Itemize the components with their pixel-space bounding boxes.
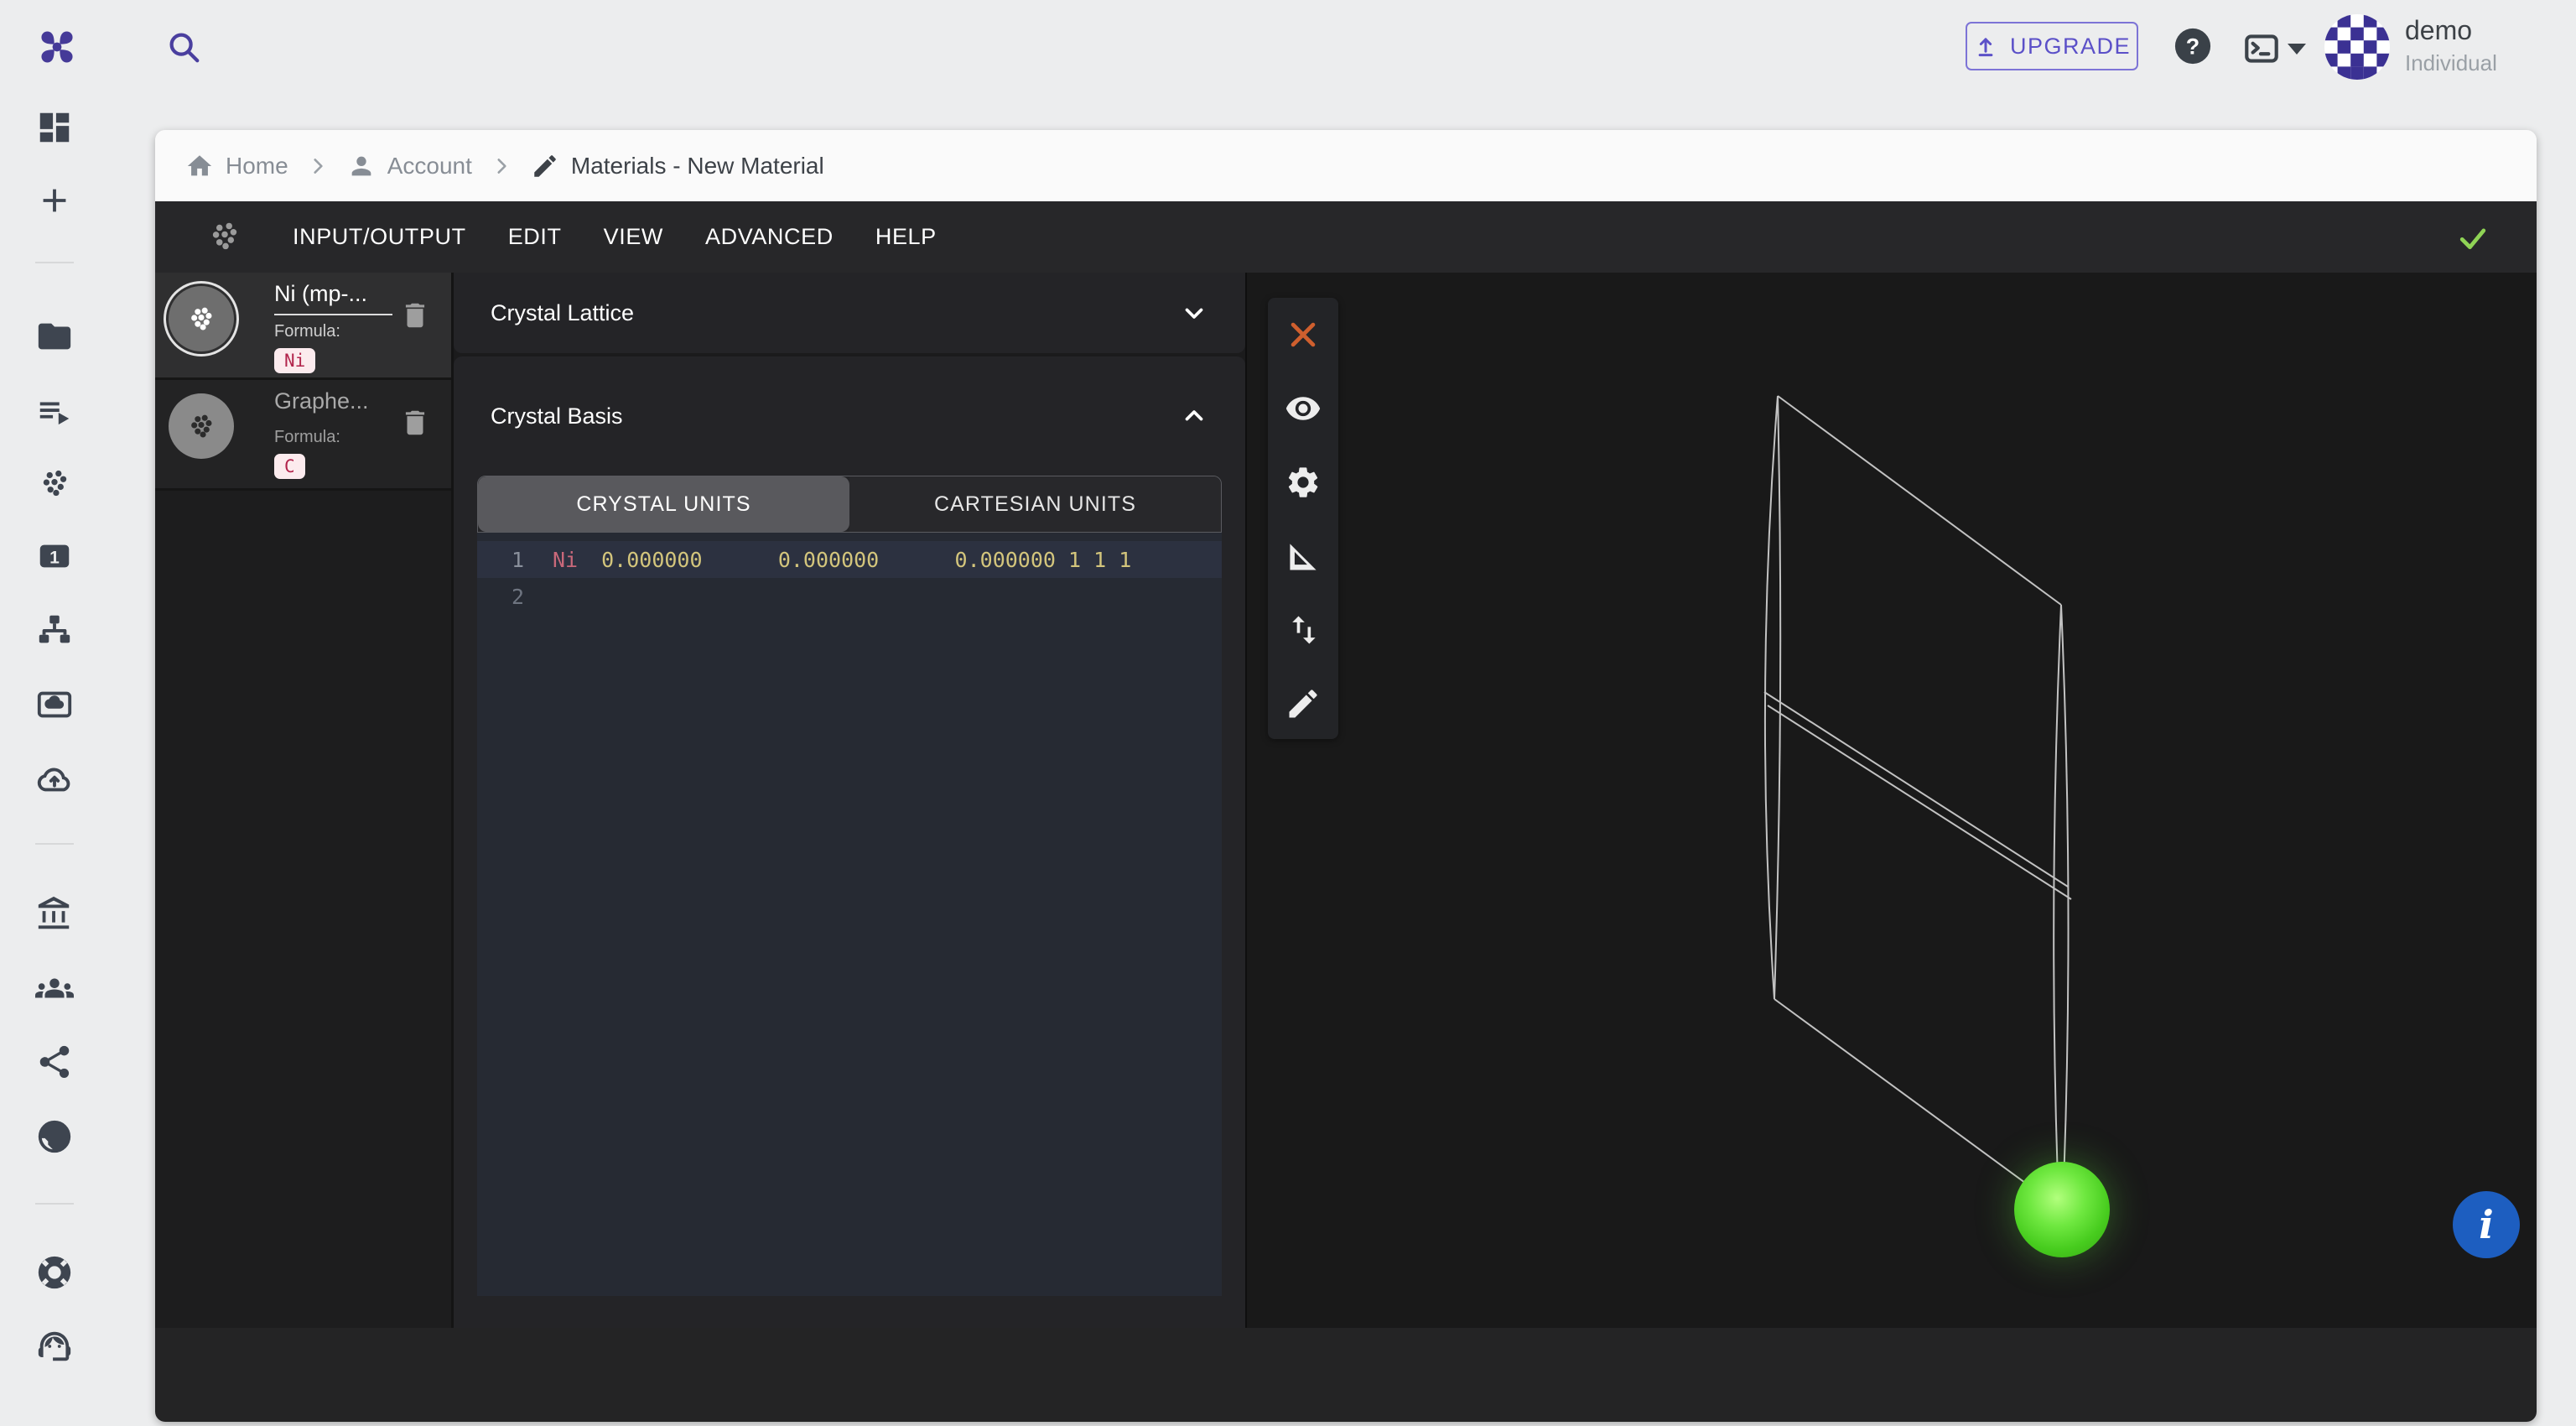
materials-icon[interactable]: [35, 465, 74, 503]
measure-set-square-icon[interactable]: [1285, 538, 1322, 575]
material-thumbnail: [169, 393, 234, 459]
tab-cartesian-units[interactable]: CARTESIAN UNITS: [849, 476, 1221, 532]
sidebar-divider: [35, 262, 74, 263]
svg-text:?: ?: [2186, 34, 2199, 60]
save-check-icon[interactable]: [2455, 220, 2490, 255]
chevron-down-icon: [2288, 44, 2306, 55]
material-item-graphene[interactable]: Graphe... Formula: C: [155, 380, 451, 491]
tab-crystal-units[interactable]: CRYSTAL UNITS: [478, 476, 849, 532]
breadcrumb-home[interactable]: Home: [185, 152, 288, 180]
chevron-right-icon: [307, 155, 329, 177]
editor-menubar: INPUT/OUTPUT EDIT VIEW ADVANCED HELP: [155, 201, 2537, 273]
person-icon: [347, 152, 376, 180]
menu-edit[interactable]: EDIT: [508, 224, 562, 250]
content-row: Ni (mp-... Formula: Ni Graphe... Formula: [155, 273, 2537, 1328]
units-tabs: CRYSTAL UNITS CARTESIAN UNITS: [477, 476, 1222, 533]
formula-chip: C: [274, 454, 305, 479]
team-icon[interactable]: [35, 969, 74, 1007]
sidebar-divider: [35, 843, 74, 845]
home-icon: [185, 152, 214, 180]
ni-atom-sphere[interactable]: [2014, 1162, 2110, 1257]
delete-material-icon[interactable]: [399, 299, 431, 331]
viewer-toolbar: [1268, 298, 1338, 739]
console-menu-icon[interactable]: [2241, 28, 2306, 70]
settings-gear-icon[interactable]: [1285, 464, 1322, 501]
crystal-lattice-title: Crystal Lattice: [491, 300, 634, 326]
structure-3d-viewer[interactable]: i: [1245, 273, 2537, 1328]
unit-cell-wireframe: [1247, 273, 2534, 1328]
help-icon[interactable]: ?: [2174, 27, 2212, 65]
cloud-upload-icon[interactable]: [35, 760, 74, 799]
crystal-lattice-section[interactable]: Crystal Lattice: [454, 273, 1245, 353]
sidebar-nav: 1: [0, 96, 109, 1426]
chevron-down-icon[interactable]: [1180, 299, 1208, 327]
breadcrumb: Home Account Materials - New Material: [155, 130, 2537, 201]
svg-text:1: 1: [49, 549, 60, 568]
create-new-icon[interactable]: [35, 181, 74, 220]
menu-advanced[interactable]: ADVANCED: [705, 224, 834, 250]
support-wheel-icon[interactable]: [35, 1253, 74, 1292]
formula-chip: Ni: [274, 348, 315, 373]
chevron-up-icon[interactable]: [1180, 402, 1208, 430]
structure-editor-panel: Crystal Lattice Crystal Basis CRYSTAL UN…: [454, 273, 1245, 1328]
coordinates-token: 0.000000 0.000000 0.000000 1 1 1: [601, 548, 1131, 572]
user-avatar[interactable]: [2324, 14, 2390, 80]
menu-view[interactable]: VIEW: [604, 224, 663, 250]
delete-material-icon[interactable]: [399, 407, 431, 439]
breadcrumb-current-label: Materials - New Material: [571, 153, 824, 180]
dashboard-icon[interactable]: [35, 108, 74, 147]
window-footer: [155, 1328, 2537, 1422]
menu-input-output[interactable]: INPUT/OUTPUT: [293, 224, 466, 250]
main-window: Home Account Materials - New Material IN…: [155, 130, 2537, 1422]
user-plan: Individual: [2405, 50, 2497, 76]
material-thumbnail: [169, 286, 234, 351]
upgrade-button[interactable]: UPGRADE: [1966, 22, 2138, 70]
line-number: 1: [477, 548, 524, 572]
crystal-basis-header[interactable]: Crystal Basis: [454, 356, 1245, 476]
upgrade-label: UPGRADE: [2010, 34, 2131, 60]
material-item-ni[interactable]: Ni (mp-... Formula: Ni: [155, 273, 451, 380]
formula-label: Formula:: [274, 322, 392, 341]
close-icon[interactable]: [1285, 316, 1322, 353]
element-token: Ni: [553, 548, 578, 572]
breadcrumb-current: Materials - New Material: [531, 152, 824, 180]
materials-list: Ni (mp-... Formula: Ni Graphe... Formula: [155, 273, 454, 1328]
breadcrumb-account[interactable]: Account: [347, 152, 472, 180]
top-bar: UPGRADE ? demo Individual: [0, 0, 2576, 96]
chevron-right-icon: [491, 155, 512, 177]
institution-icon[interactable]: [35, 895, 74, 934]
app-logo-icon[interactable]: [34, 23, 80, 70]
crystal-basis-title: Crystal Basis: [491, 403, 623, 429]
material-name[interactable]: Graphe...: [274, 388, 392, 421]
breadcrumb-home-label: Home: [226, 153, 288, 180]
crystal-basis-section: Crystal Basis CRYSTAL UNITS CARTESIAN UN…: [454, 356, 1245, 1328]
hierarchy-icon[interactable]: [35, 611, 74, 649]
user-name: demo: [2405, 15, 2472, 46]
edit-pencil-icon[interactable]: [1285, 685, 1322, 722]
workflows-icon[interactable]: [35, 393, 74, 431]
info-button[interactable]: i: [2453, 1191, 2520, 1258]
sidebar-divider: [35, 1203, 74, 1205]
atoms-cluster-icon: [204, 216, 246, 258]
search-icon[interactable]: [164, 28, 203, 66]
share-icon[interactable]: [35, 1043, 74, 1081]
editor-line-1[interactable]: 1 Ni 0.000000 0.000000 0.000000 1 1 1: [477, 541, 1222, 578]
breadcrumb-account-label: Account: [387, 153, 472, 180]
formula-label: Formula:: [274, 428, 392, 447]
unit-cell-icon[interactable]: 1: [35, 537, 74, 575]
material-name[interactable]: Ni (mp-...: [274, 281, 392, 315]
edit-pencil-icon: [531, 152, 559, 180]
upload-icon: [1973, 34, 1998, 59]
projects-folder-icon[interactable]: [35, 317, 74, 356]
visibility-eye-icon[interactable]: [1285, 390, 1322, 427]
contact-support-icon[interactable]: [35, 1327, 74, 1366]
media-icon[interactable]: [35, 685, 74, 724]
public-web-icon[interactable]: [35, 1117, 74, 1156]
import-export-icon[interactable]: [1285, 612, 1322, 648]
line-number: 2: [477, 585, 524, 609]
editor-line-2[interactable]: 2: [477, 578, 1222, 615]
basis-code-editor[interactable]: 1 Ni 0.000000 0.000000 0.000000 1 1 1 2: [477, 533, 1222, 1296]
menu-help[interactable]: HELP: [875, 224, 937, 250]
